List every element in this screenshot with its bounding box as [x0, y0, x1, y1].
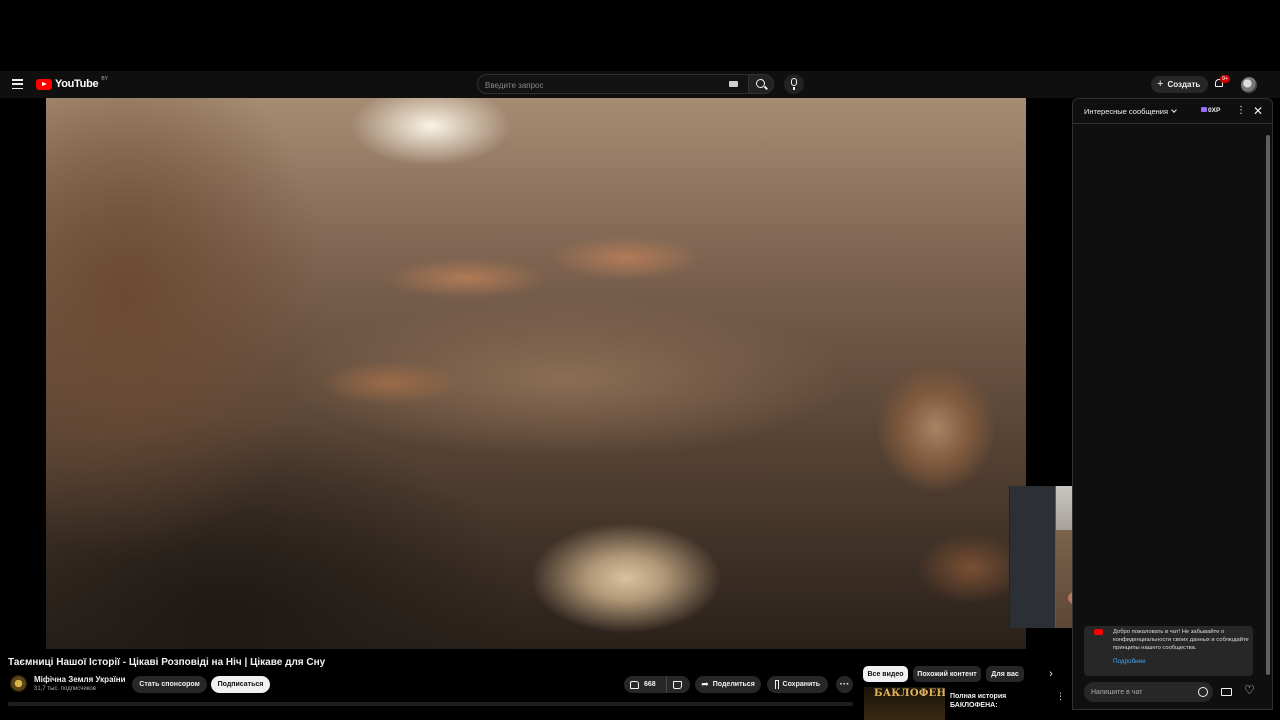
dislike-button[interactable] — [667, 676, 689, 693]
youtube-play-icon — [36, 78, 52, 90]
logo-text: YouTube — [55, 78, 99, 90]
plus-icon: + — [1157, 78, 1164, 90]
account-avatar[interactable] — [1241, 77, 1257, 93]
microphone-icon — [791, 78, 797, 90]
super-chat-icon[interactable] — [1221, 688, 1232, 696]
search-box — [477, 74, 750, 95]
recommendation-title[interactable]: Полная история БАКЛОФЕНА: — [950, 692, 1054, 712]
like-dislike-group: 668 — [624, 676, 690, 693]
share-label: Поделиться — [712, 681, 755, 688]
search-icon — [756, 79, 765, 88]
subscribe-button[interactable]: Подписаться — [211, 676, 270, 693]
bookmark-icon — [775, 680, 779, 689]
chevron-down-icon — [1171, 107, 1177, 113]
create-button[interactable]: + Создать — [1151, 76, 1209, 93]
notification-badge: 9+ — [1220, 75, 1231, 83]
sponsor-button[interactable]: Стать спонсором — [132, 676, 207, 693]
chip-for-you[interactable]: Для вас — [986, 666, 1024, 682]
chat-kebab-icon[interactable]: ⋮ — [1236, 105, 1246, 116]
xp-badge[interactable]: 0XP — [1201, 107, 1220, 114]
create-label: Создать — [1167, 80, 1201, 89]
live-chat-panel: Интересные сообщения 0XP ⋮ ✕ Добро пожал… — [1072, 98, 1273, 710]
chat-welcome-notice: Добро пожаловать в чат! Не забывайте о к… — [1084, 626, 1253, 676]
search-input[interactable] — [478, 76, 708, 95]
video-player[interactable] — [46, 98, 1026, 649]
chat-mode-label: Интересные сообщения — [1084, 107, 1169, 116]
like-button[interactable]: 668 — [624, 676, 667, 693]
keyboard-icon[interactable] — [729, 81, 738, 87]
xp-label: 0XP — [1208, 107, 1221, 114]
recommendation-kebab-icon[interactable]: ⋮ — [1056, 691, 1065, 702]
chevron-right-icon[interactable]: › — [1044, 667, 1058, 681]
youtube-icon — [1094, 629, 1103, 635]
video-title: Таємниці Нашої Історії - Цікаві Розповід… — [8, 657, 326, 668]
heart-icon[interactable]: ♡ — [1244, 684, 1255, 696]
share-icon: ➦ — [701, 679, 709, 689]
channel-name[interactable]: Міфічна Земля України — [34, 675, 126, 684]
chip-related[interactable]: Похожий контент — [913, 666, 981, 682]
emoji-icon[interactable] — [1198, 687, 1208, 697]
masthead: YouTube BY + Создать 9+ — [0, 71, 1280, 98]
thumbs-up-icon — [630, 680, 639, 689]
channel-avatar[interactable] — [10, 675, 27, 692]
share-button[interactable]: ➦ Поделиться — [695, 676, 761, 693]
voice-search-button[interactable] — [784, 74, 804, 94]
bottom-divider — [8, 702, 853, 706]
chat-input[interactable] — [1084, 682, 1213, 702]
chip-all-videos[interactable]: Все видео — [863, 666, 908, 682]
xp-icon — [1201, 107, 1207, 112]
chat-mode-selector[interactable]: Интересные сообщения — [1084, 107, 1177, 116]
thumbs-down-icon — [673, 681, 682, 689]
save-button[interactable]: Сохранить — [767, 676, 828, 693]
recommendation-thumbnail-text: БАКЛОФЕН — [874, 688, 945, 699]
subscriber-count: 31,7 тыс. подписчиков — [34, 686, 96, 692]
notifications-button[interactable]: 9+ — [1214, 75, 1231, 91]
chat-header: Интересные сообщения 0XP ⋮ ✕ — [1073, 99, 1272, 124]
more-actions-button[interactable]: ··· — [836, 676, 853, 693]
save-label: Сохранить — [782, 681, 820, 688]
logo-country-code: BY — [101, 76, 108, 82]
menu-icon[interactable] — [12, 79, 23, 89]
recommendation-thumbnail[interactable]: БАКЛОФЕН — [864, 687, 945, 720]
chat-welcome-text: Добро пожаловать в чат! Не забывайте о к… — [1113, 629, 1249, 651]
youtube-logo[interactable]: YouTube BY — [36, 76, 108, 90]
chat-scrollbar[interactable] — [1266, 135, 1270, 675]
learn-more-link[interactable]: Подробнее — [1113, 658, 1146, 665]
like-count: 668 — [644, 681, 656, 688]
search-button[interactable] — [748, 74, 774, 94]
close-icon[interactable]: ✕ — [1253, 104, 1263, 118]
